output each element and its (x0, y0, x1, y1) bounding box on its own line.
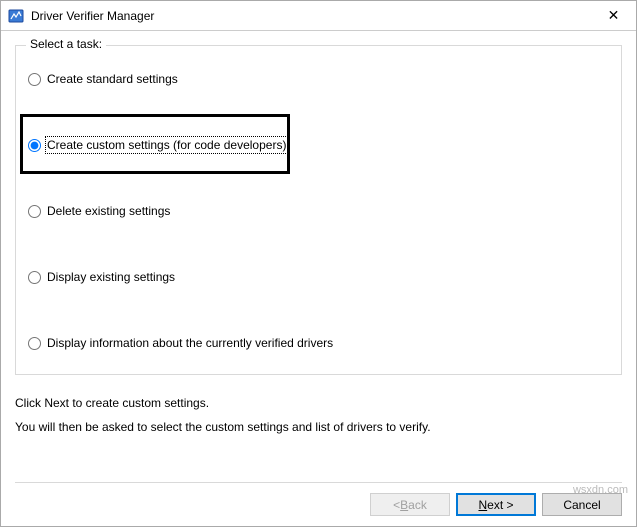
info-line-1: Click Next to create custom settings. (15, 393, 622, 413)
option-label: Create custom settings (for code develop… (47, 138, 286, 152)
info-line-2: You will then be asked to select the cus… (15, 417, 622, 437)
option-display-info[interactable]: Display information about the currently … (28, 336, 333, 350)
content-area: Select a task: Create standard settings … (1, 31, 636, 526)
back-button: < Back (370, 493, 450, 516)
radio-delete-existing[interactable] (28, 205, 41, 218)
window-root: Driver Verifier Manager ✕ Select a task:… (0, 0, 637, 527)
task-groupbox: Select a task: Create standard settings … (15, 45, 622, 375)
window-title: Driver Verifier Manager (31, 9, 591, 23)
option-label: Display information about the currently … (47, 336, 333, 350)
radio-display-existing[interactable] (28, 271, 41, 284)
close-button[interactable]: ✕ (591, 1, 636, 31)
titlebar: Driver Verifier Manager ✕ (1, 1, 636, 31)
option-create-custom[interactable]: Create custom settings (for code develop… (28, 138, 286, 152)
next-button[interactable]: Next > (456, 493, 536, 516)
option-create-standard[interactable]: Create standard settings (28, 72, 178, 86)
cancel-button[interactable]: Cancel (542, 493, 622, 516)
option-delete-existing[interactable]: Delete existing settings (28, 204, 170, 218)
option-label: Create standard settings (47, 72, 178, 86)
option-display-existing[interactable]: Display existing settings (28, 270, 175, 284)
radio-display-info[interactable] (28, 337, 41, 350)
option-label: Display existing settings (47, 270, 175, 284)
option-label: Delete existing settings (47, 204, 170, 218)
groupbox-label: Select a task: (26, 37, 106, 51)
info-text: Click Next to create custom settings. Yo… (15, 393, 622, 438)
app-icon (7, 7, 25, 25)
radio-create-custom[interactable] (28, 139, 41, 152)
radio-create-standard[interactable] (28, 73, 41, 86)
close-icon: ✕ (608, 7, 620, 24)
wizard-buttons: < Back Next > Cancel (15, 482, 622, 516)
